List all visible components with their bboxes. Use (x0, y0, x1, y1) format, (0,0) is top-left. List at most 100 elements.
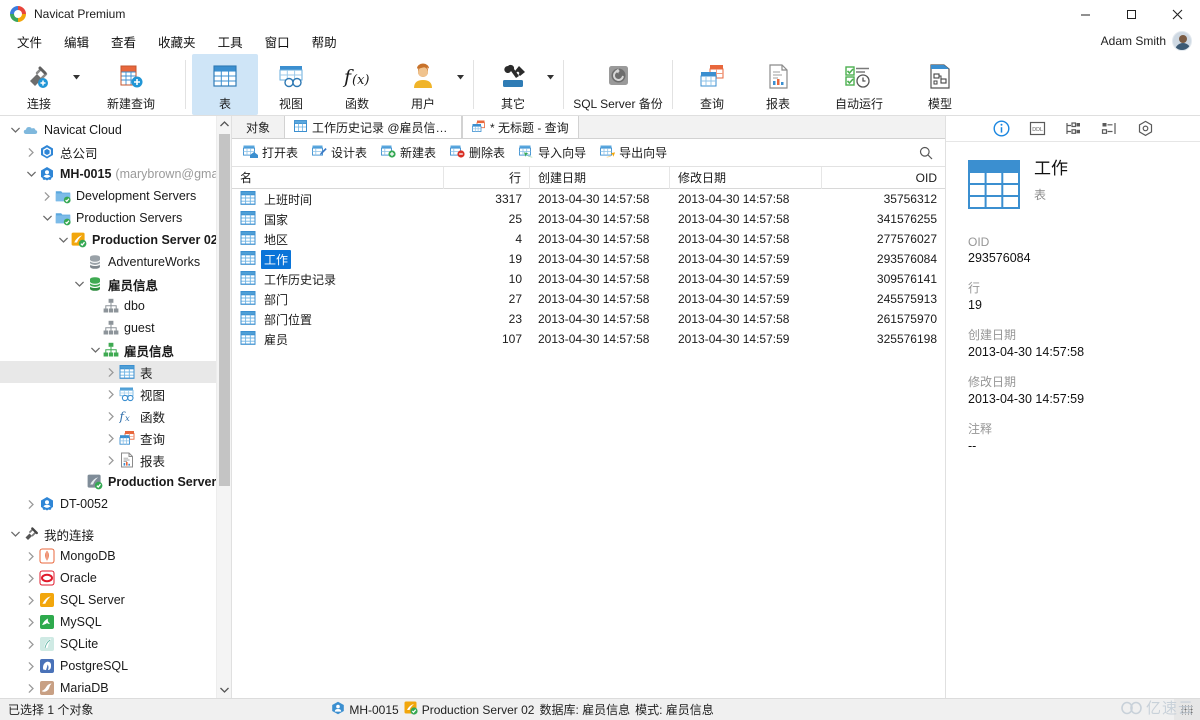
toolbar-button-model[interactable]: 模型 (907, 54, 973, 115)
tree-twisty-right-icon[interactable] (104, 367, 118, 377)
user-chevron-down-icon[interactable] (456, 54, 467, 115)
table-row[interactable]: 部门位置 23 2013-04-30 14:57:58 2013-04-30 14:5… (232, 309, 945, 329)
table-row[interactable]: 国家 25 2013-04-30 14:57:58 2013-04-30 14:57:… (232, 209, 945, 229)
sidebar-item-production-server-02[interactable]: Production Server 02 (0, 471, 231, 493)
toolbar-button-view[interactable]: 视图 (258, 54, 324, 115)
delete-table-button[interactable]: 删除表 (443, 141, 512, 164)
column-header-modified[interactable]: 修改日期 (670, 166, 822, 189)
tab-work-history[interactable]: 工作历史记录 @雇员信息.雇... (284, 116, 463, 138)
sidebar-item-dbo[interactable]: dbo (0, 295, 231, 317)
column-header-oid[interactable]: OID (822, 167, 945, 189)
relation-tree-icon[interactable] (1063, 119, 1083, 139)
tree-twisty-down-icon[interactable] (8, 531, 22, 537)
tree-twisty-right-icon[interactable] (24, 683, 38, 693)
tree-twisty-right-icon[interactable] (24, 147, 38, 157)
connection-chevron-down-icon[interactable] (72, 54, 83, 115)
sidebar-item-mysql[interactable]: MySQL (0, 611, 231, 633)
sidebar-item-[interactable]: 报表 (0, 449, 231, 471)
column-header-created[interactable]: 创建日期 (530, 166, 670, 189)
menu-view[interactable]: 查看 (100, 29, 147, 54)
scroll-up-arrow-icon[interactable] (217, 116, 231, 132)
tree-twisty-right-icon[interactable] (104, 455, 118, 465)
sidebar-item-[interactable]: 雇员信息 (0, 339, 231, 361)
table-row[interactable]: 工作 19 2013-04-30 14:57:58 2013-04-30 14:57:… (232, 249, 945, 269)
user-account[interactable]: Adam Smith (1101, 31, 1200, 51)
tree-twisty-right-icon[interactable] (24, 639, 38, 649)
scrollbar-thumb[interactable] (219, 134, 230, 486)
tree-twisty-right-icon[interactable] (104, 411, 118, 421)
sidebar-item-[interactable]: 表 (0, 361, 231, 383)
toolbar-button-backup[interactable]: SQL Server 备份 (570, 54, 666, 115)
sidebar-item-[interactable]: 我的连接 (0, 523, 231, 545)
tree-twisty-right-icon[interactable] (24, 573, 38, 583)
toolbar-button-report[interactable]: 报表 (745, 54, 811, 115)
tree-twisty-right-icon[interactable] (40, 191, 54, 201)
maximize-icon[interactable] (1108, 0, 1154, 28)
new-table-button[interactable]: 新建表 (374, 141, 443, 164)
sidebar-item-production-servers[interactable]: Production Servers (0, 207, 231, 229)
table-row[interactable]: 雇员 107 2013-04-30 14:57:58 2013-04-30 14:57… (232, 329, 945, 349)
tree-twisty-right-icon[interactable] (104, 389, 118, 399)
sidebar-item-dt-0052[interactable]: DT-0052 (0, 493, 231, 515)
other-chevron-down-icon[interactable] (546, 54, 557, 115)
sidebar-item-mh-0015[interactable]: MH-0015 (marybrown@gmai (0, 163, 231, 185)
tree-twisty-right-icon[interactable] (104, 433, 118, 443)
sidebar-item-guest[interactable]: guest (0, 317, 231, 339)
table-row[interactable]: 上班时间 3317 2013-04-30 14:57:58 2013-04-30 14… (232, 189, 945, 209)
tree-twisty-down-icon[interactable] (24, 171, 38, 177)
sidebar-item-[interactable]: 雇员信息 (0, 273, 231, 295)
tree-twisty-right-icon[interactable] (24, 595, 38, 605)
tree-twisty-down-icon[interactable] (8, 127, 22, 133)
table-row[interactable]: 工作历史记录 10 2013-04-30 14:57:58 2013-04-30 14… (232, 269, 945, 289)
tree-twisty-down-icon[interactable] (88, 347, 102, 353)
design-table-button[interactable]: 设计表 (305, 141, 374, 164)
menu-tools[interactable]: 工具 (207, 29, 254, 54)
toolbar-button-function[interactable]: f (x) 函数 (324, 54, 390, 115)
sidebar-item-mariadb[interactable]: MariaDB (0, 677, 231, 698)
toolbar-button-query[interactable]: 查询 (679, 54, 745, 115)
sidebar-item-mongodb[interactable]: MongoDB (0, 545, 231, 567)
minimize-icon[interactable] (1062, 0, 1108, 28)
close-icon[interactable] (1154, 0, 1200, 28)
toolbar-button-connection[interactable]: 连接 (6, 54, 72, 115)
menu-window[interactable]: 窗口 (254, 29, 301, 54)
sidebar-item-[interactable]: 查询 (0, 427, 231, 449)
tree-twisty-right-icon[interactable] (24, 661, 38, 671)
tree-twisty-right-icon[interactable] (24, 499, 38, 509)
open-table-button[interactable]: 打开表 (236, 141, 305, 164)
sidebar-item-production-server-02[interactable]: Production Server 02 (0, 229, 231, 251)
menu-favorites[interactable]: 收藏夹 (147, 29, 207, 54)
sidebar-item-oracle[interactable]: Oracle (0, 567, 231, 589)
toolbar-button-table[interactable]: 表 (192, 54, 258, 115)
sidebar-scrollbar[interactable] (216, 116, 231, 698)
sidebar-item-[interactable]: 视图 (0, 383, 231, 405)
info-circle-icon[interactable] (991, 119, 1011, 139)
scroll-down-arrow-icon[interactable] (217, 682, 231, 698)
tree-twisty-right-icon[interactable] (24, 551, 38, 561)
column-header-rows[interactable]: 行 (444, 166, 530, 189)
sidebar-item-adventureworks[interactable]: AdventureWorks (0, 251, 231, 273)
toolbar-button-other[interactable]: 其它 (480, 54, 546, 115)
toolbar-button-new-query[interactable]: 新建查询 (83, 54, 179, 115)
menu-help[interactable]: 帮助 (301, 29, 348, 54)
menu-edit[interactable]: 编辑 (53, 29, 100, 54)
tree-twisty-down-icon[interactable] (72, 281, 86, 287)
ddl-icon[interactable]: DDL (1027, 119, 1047, 139)
tree-twisty-down-icon[interactable] (56, 237, 70, 243)
table-row[interactable]: 部门 27 2013-04-30 14:57:58 2013-04-30 14:57:… (232, 289, 945, 309)
sidebar-item-sql-server[interactable]: SQL Server (0, 589, 231, 611)
sidebar-item-development-servers[interactable]: Development Servers (0, 185, 231, 207)
sidebar-item-navicat-cloud[interactable]: Navicat Cloud (0, 119, 231, 141)
column-header-name[interactable]: 名 (232, 166, 444, 189)
table-row[interactable]: 地区 4 2013-04-30 14:57:58 2013-04-30 14:57:5… (232, 229, 945, 249)
tree-twisty-right-icon[interactable] (24, 617, 38, 627)
search-icon[interactable] (919, 146, 945, 160)
sidebar-item-postgresql[interactable]: PostgreSQL (0, 655, 231, 677)
toolbar-button-user[interactable]: 用户 (390, 54, 456, 115)
import-wizard-button[interactable]: 导入向导 (512, 141, 593, 164)
columns-layout-icon[interactable] (1099, 119, 1119, 139)
export-wizard-button[interactable]: 导出向导 (593, 141, 674, 164)
sidebar-item-[interactable]: 总公司 (0, 141, 231, 163)
sidebar-item-sqlite[interactable]: SQLite (0, 633, 231, 655)
tab-untitled-query[interactable]: * 无标题 - 查询 (462, 116, 579, 138)
